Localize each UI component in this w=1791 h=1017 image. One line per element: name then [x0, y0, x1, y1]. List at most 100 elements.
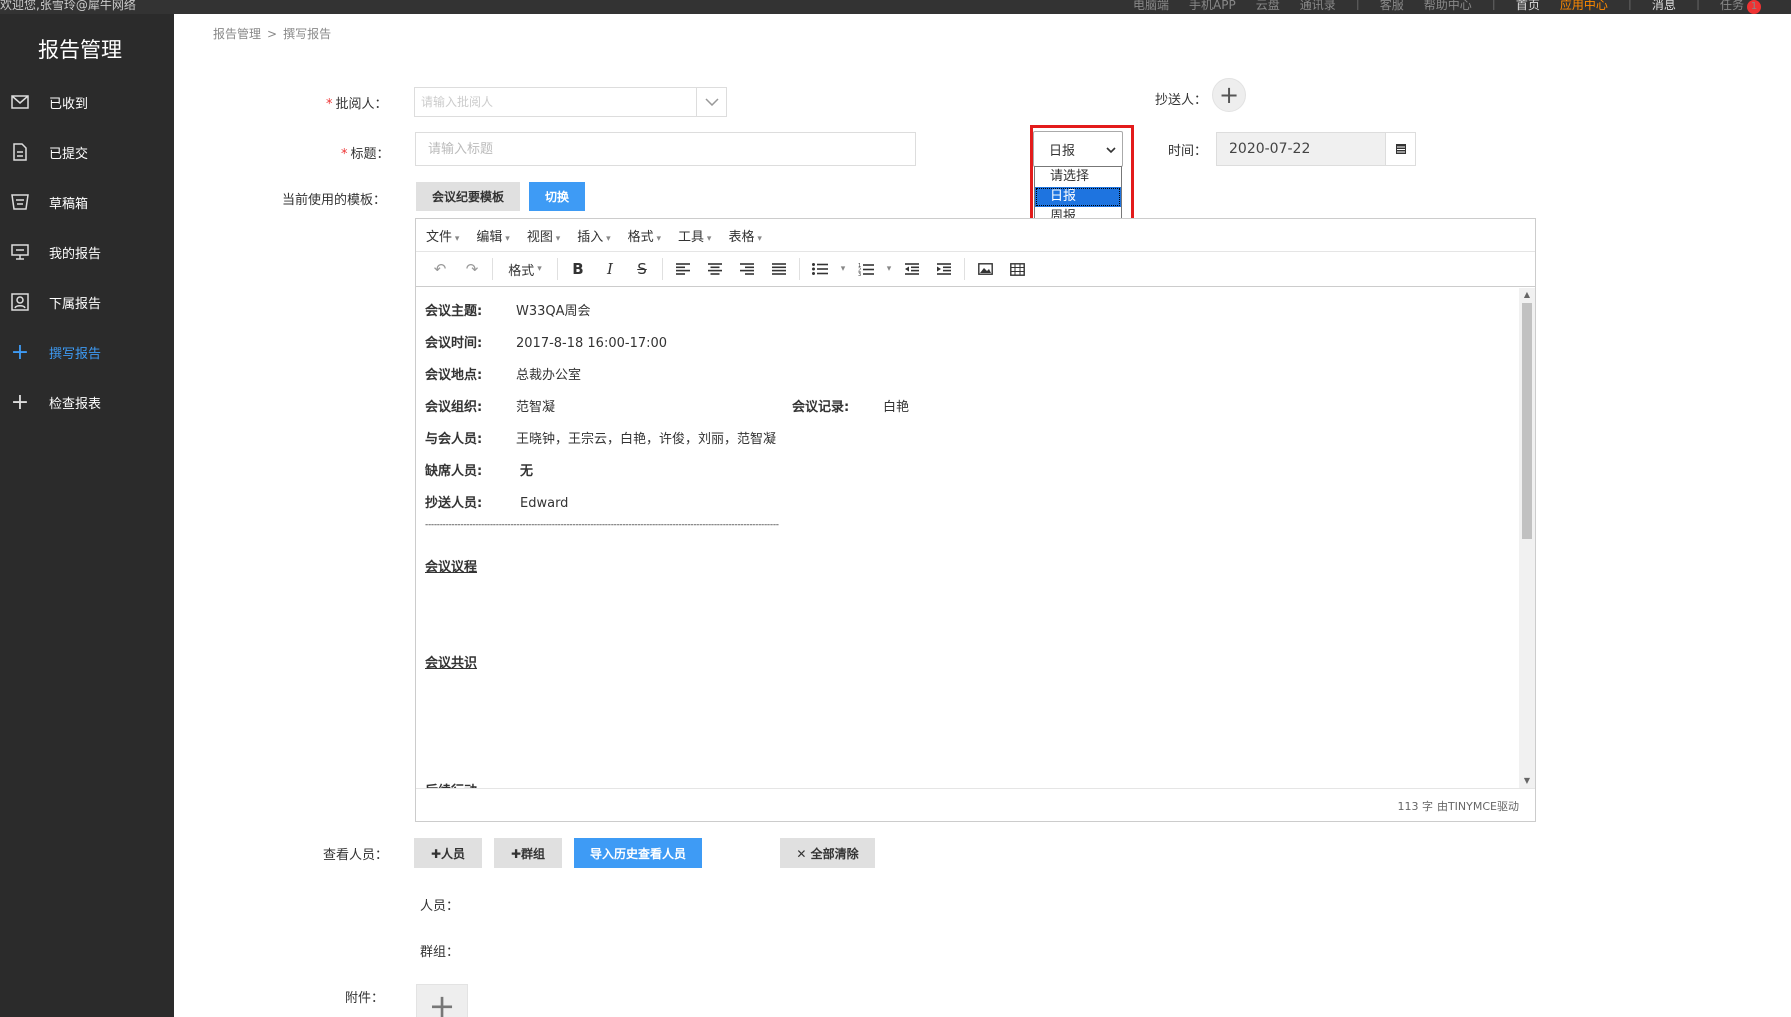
scroll-down-icon[interactable]: ▼	[1519, 774, 1535, 788]
sidebar-item-received[interactable]: 已收到	[0, 82, 174, 122]
task-count-badge: 1	[1747, 0, 1761, 14]
menu-tools[interactable]: 工具	[678, 226, 711, 245]
redo-icon[interactable]: ↷	[456, 256, 488, 282]
add-group-button[interactable]: ✚群组	[494, 838, 562, 868]
outdent-icon[interactable]	[896, 256, 928, 282]
scroll-thumb[interactable]	[1522, 303, 1532, 539]
section-agenda: 会议议程	[425, 560, 478, 575]
cc-label: 抄送人：	[1155, 93, 1208, 108]
italic-icon[interactable]: I	[594, 256, 626, 282]
link-tasks[interactable]: 任务 1	[1720, 0, 1761, 14]
image-icon[interactable]	[969, 256, 1001, 282]
strikethrough-icon[interactable]: S	[626, 256, 658, 282]
menu-format[interactable]: 格式	[628, 226, 661, 245]
link-service[interactable]: 客服	[1380, 0, 1404, 14]
calendar-icon[interactable]	[1385, 133, 1415, 165]
top-bar: 欢迎您,张雪玲@犀牛网络 电脑端 手机APP 云盘 通讯录 | 客服 帮助中心 …	[0, 0, 1791, 14]
toolbar-divider	[662, 258, 663, 280]
link-home[interactable]: 首页	[1516, 0, 1540, 14]
table-icon[interactable]	[1001, 256, 1033, 282]
sidebar-item-drafts[interactable]: 草稿箱	[0, 182, 174, 222]
sidebar-item-check-reports[interactable]: + 检查报表	[0, 382, 174, 422]
align-left-icon[interactable]	[667, 256, 699, 282]
document-icon	[10, 142, 30, 162]
content-key: 与会人员:	[425, 432, 483, 447]
indent-icon[interactable]	[928, 256, 960, 282]
content-divider: ----------------------------------------…	[425, 520, 779, 530]
chevron-down-icon[interactable]: ▾	[836, 256, 850, 282]
powered-by[interactable]: 由TINYMCE驱动	[1437, 798, 1519, 814]
bold-icon[interactable]: B	[562, 256, 594, 282]
content-line-cc: 抄送人员: Edward	[425, 492, 568, 511]
sidebar: 报告管理 已收到 已提交 草稿箱 我的报告 下属报告 + 撰写报告 + 检查报表	[0, 14, 174, 1017]
menu-edit[interactable]: 编辑	[476, 226, 509, 245]
bullet-list-icon[interactable]	[804, 256, 836, 282]
content-key: 抄送人员:	[425, 496, 483, 511]
import-history-viewers-button[interactable]: 导入历史查看人员	[574, 838, 702, 868]
plus-icon: +	[10, 339, 30, 365]
sidebar-item-label: 已收到	[49, 96, 89, 112]
draft-box-icon	[10, 192, 30, 212]
plus-icon: +	[428, 987, 456, 1017]
editor-scrollbar[interactable]: ▲ ▼	[1519, 288, 1535, 788]
sidebar-item-label: 检查报表	[49, 396, 102, 412]
breadcrumb-root[interactable]: 报告管理	[213, 27, 261, 41]
content-value: 无	[520, 464, 534, 479]
reviewer-label: * 批阅人：	[326, 93, 388, 112]
link-mobile-app[interactable]: 手机APP	[1189, 0, 1236, 14]
divider: |	[1695, 0, 1700, 10]
align-center-icon[interactable]	[699, 256, 731, 282]
align-right-icon[interactable]	[731, 256, 763, 282]
format-dropdown[interactable]: 格式	[497, 256, 553, 282]
add-attachment-button[interactable]: +	[416, 984, 468, 1017]
sidebar-item-label: 下属报告	[49, 296, 102, 312]
add-person-button[interactable]: ✚人员	[414, 838, 482, 868]
menu-table[interactable]: 表格	[728, 226, 761, 245]
content-line-place: 会议地点: 总裁办公室	[425, 364, 581, 383]
toolbar-divider	[964, 258, 965, 280]
sidebar-item-my-reports[interactable]: 我的报告	[0, 232, 174, 272]
title-input[interactable]	[415, 132, 916, 166]
content-value: 范智凝	[516, 400, 556, 415]
reviewer-input[interactable]	[415, 88, 696, 116]
content-key: 会议记录:	[792, 400, 850, 415]
date-picker[interactable]: 2020-07-22	[1216, 132, 1416, 166]
menu-view[interactable]: 视图	[527, 226, 560, 245]
required-mark: *	[341, 147, 348, 162]
chevron-down-icon[interactable]: ▾	[882, 256, 896, 282]
sidebar-item-subordinate-reports[interactable]: 下属报告	[0, 282, 174, 322]
editor-content[interactable]: 会议主题: W33QA周会 会议时间: 2017-8-18 16:00-17:00 …	[416, 288, 1519, 788]
numbered-list-icon[interactable]: 123	[850, 256, 882, 282]
time-label: 时间：	[1168, 144, 1208, 159]
date-value[interactable]: 2020-07-22	[1217, 133, 1385, 165]
content-key: 会议时间:	[425, 336, 483, 351]
switch-template-button[interactable]: 切换	[529, 182, 585, 211]
content-value: 王晓钟，王宗云，白艳，许俊，刘丽，范智凝	[516, 432, 777, 447]
reviewer-combobox[interactable]	[414, 87, 727, 117]
chevron-down-icon[interactable]	[696, 88, 726, 116]
rich-text-editor: 文件 编辑 视图 插入 格式 工具 表格 ↶ ↷ 格式 B I S ▾ 123	[415, 218, 1536, 822]
clear-all-button[interactable]: ✕ 全部清除	[780, 838, 875, 868]
required-mark: *	[326, 97, 333, 112]
template-button[interactable]: 会议纪要模板	[416, 182, 520, 211]
sidebar-item-label: 已提交	[49, 146, 89, 162]
link-app-center[interactable]: 应用中心	[1560, 0, 1608, 14]
menu-insert[interactable]: 插入	[577, 226, 610, 245]
link-desktop[interactable]: 电脑端	[1133, 0, 1169, 14]
menu-file[interactable]: 文件	[426, 226, 459, 245]
align-justify-icon[interactable]	[763, 256, 795, 282]
breadcrumb-separator: >	[267, 27, 278, 41]
sidebar-item-write-report[interactable]: + 撰写报告	[0, 332, 174, 372]
scroll-up-icon[interactable]: ▲	[1519, 288, 1535, 302]
link-contacts[interactable]: 通讯录	[1300, 0, 1336, 14]
top-links: 电脑端 手机APP 云盘 通讯录 | 客服 帮助中心 | 首页 应用中心 | 消…	[1133, 0, 1761, 14]
link-cloud-disk[interactable]: 云盘	[1256, 0, 1280, 14]
content-value: 总裁办公室	[516, 368, 582, 383]
word-count: 113 字	[1397, 799, 1433, 813]
sidebar-item-submitted[interactable]: 已提交	[0, 132, 174, 172]
toolbar-divider	[492, 258, 493, 280]
link-messages[interactable]: 消息	[1652, 0, 1676, 14]
link-help[interactable]: 帮助中心	[1424, 0, 1472, 14]
undo-icon[interactable]: ↶	[424, 256, 456, 282]
add-cc-button[interactable]: +	[1212, 78, 1246, 112]
